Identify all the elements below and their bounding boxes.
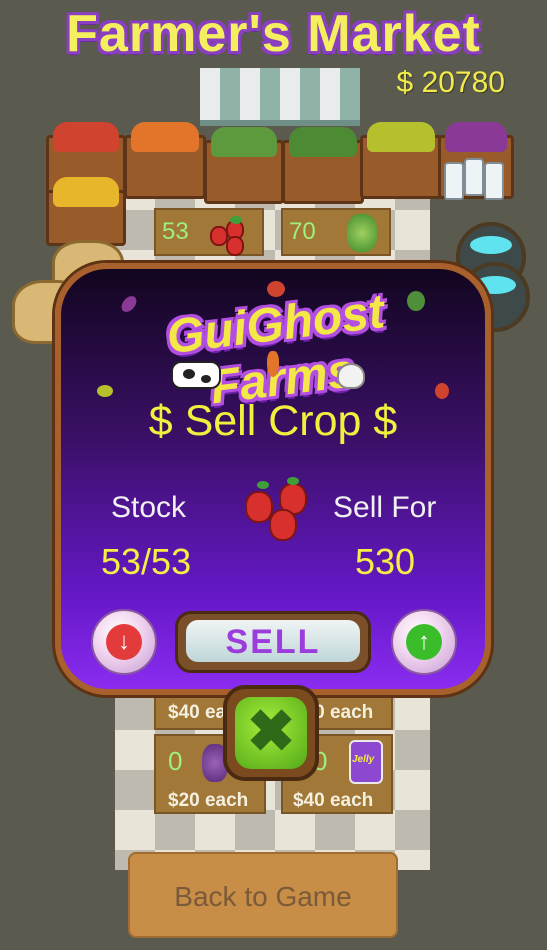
increase-quantity-button[interactable]: ↑ (391, 609, 457, 675)
milk-bottle (464, 158, 484, 196)
stall-price: $20 each (168, 790, 249, 811)
stall-count: 53 (162, 218, 189, 245)
stall-count: 70 (289, 218, 316, 245)
carrot-icon (267, 351, 279, 377)
greens-crate (282, 127, 364, 204)
market-awning (200, 68, 360, 126)
arrow-down-icon: ↓ (106, 624, 142, 660)
pepper-crate (360, 122, 442, 199)
sell-crop-heading: $ Sell Crop $ (148, 397, 398, 445)
jar-label: Jelly (352, 754, 375, 765)
stall-count: 0 (168, 746, 183, 776)
sell-button-label: SELL (186, 620, 360, 662)
close-dialog-button[interactable]: ✖ (223, 685, 319, 781)
chicken-icon (337, 363, 365, 389)
stock-value: 53/53 (101, 541, 192, 582)
milk-bottle (484, 162, 504, 200)
cow-icon (171, 361, 221, 389)
stall-price: $40 each (293, 790, 374, 811)
arrow-up-icon: ↑ (406, 624, 442, 660)
milk-bottle (444, 162, 464, 200)
sell-for-label: Sell For (333, 491, 437, 524)
jelly-jar-icon: Jelly (349, 740, 383, 784)
decrease-quantity-button[interactable]: ↓ (91, 609, 157, 675)
stall-lettuce[interactable]: 70 (281, 208, 391, 256)
back-to-game-button[interactable]: Back to Game (128, 852, 398, 938)
close-x-icon: ✖ (235, 697, 307, 769)
eggplant-icon (118, 293, 140, 315)
lettuce-icon (347, 214, 377, 252)
page-title: Farmer's Market (66, 5, 481, 63)
corn-crate (46, 177, 126, 246)
sell-for-value: 530 (355, 541, 416, 582)
carrot-crate (124, 122, 206, 199)
strawberry-icon (243, 477, 317, 541)
strawberry-small-icon (267, 281, 285, 297)
stock-label: Stock (111, 491, 187, 524)
broccoli-icon (407, 291, 425, 311)
sell-crop-dialog: GuiGhost Farms $ Sell Crop $ Stock Sell … (55, 263, 491, 695)
strawberry-icon (206, 216, 256, 256)
market-scene: 53 70 $40 each $40 each 0 $20 each 0 Jel… (0, 0, 547, 950)
stall-strawberry[interactable]: 53 (154, 208, 264, 256)
cabbage-crate (204, 127, 284, 204)
sell-button[interactable]: SELL (175, 611, 371, 673)
pepper-icon (97, 385, 113, 397)
money-display: $ 20780 (396, 66, 505, 99)
